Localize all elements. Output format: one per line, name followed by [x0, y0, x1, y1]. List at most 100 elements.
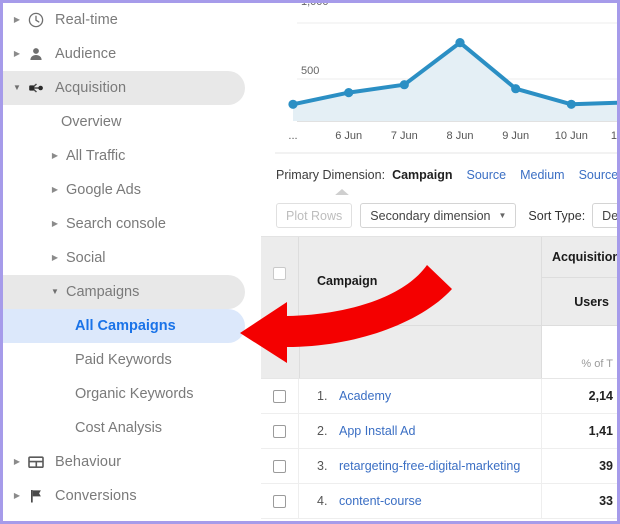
select-all-checkbox[interactable]	[273, 267, 286, 280]
chevron-right-icon[interactable]: ▶	[11, 16, 23, 24]
chevron-right-icon[interactable]: ▶	[11, 50, 23, 58]
row-users-value: 39	[599, 459, 613, 473]
x-tick-label: 9 Jun	[502, 130, 529, 142]
row-campaign-link[interactable]: App Install Ad	[339, 424, 415, 438]
chevron-right-icon[interactable]: ▶	[49, 152, 61, 160]
chart-point[interactable]	[288, 99, 298, 109]
row-check-cell	[261, 414, 299, 448]
secondary-dimension-dropdown[interactable]: Secondary dimension ▼	[360, 203, 517, 228]
chevron-right-icon[interactable]: ▶	[11, 458, 23, 466]
chart-point[interactable]	[455, 38, 465, 48]
layout-icon	[23, 454, 49, 470]
sidebar-item-google-ads[interactable]: ▶ Google Ads	[3, 173, 261, 207]
chart-area-fill	[293, 42, 617, 121]
plot-rows-label: Plot Rows	[286, 208, 343, 223]
summary-users-value: % of T	[581, 358, 613, 370]
table-header-row: Campaign Acquisition Users	[261, 237, 617, 326]
column-group-acquisition-label: Acquisition	[552, 250, 617, 264]
table-row[interactable]: 1. Academy 2,14	[261, 379, 617, 414]
person-icon	[23, 46, 49, 62]
sidebar-item-organic-keywords[interactable]: Organic Keywords	[3, 377, 261, 411]
campaigns-table: Campaign Acquisition Users % of T 1. Aca…	[261, 237, 617, 521]
chevron-right-icon[interactable]: ▶	[49, 254, 61, 262]
y-tick-label-500: 500	[301, 65, 319, 77]
row-campaign-link[interactable]: Academy	[339, 389, 391, 403]
column-header-campaign[interactable]: Campaign	[299, 237, 542, 325]
sidebar-item-label: Cost Analysis	[75, 420, 163, 436]
row-check-cell	[261, 379, 299, 413]
sidebar-item-cost-analysis[interactable]: Cost Analysis	[3, 411, 261, 445]
row-check-cell	[261, 484, 299, 518]
sidebar-item-real-time[interactable]: ▶ Real-time	[3, 3, 261, 37]
row-checkbox[interactable]	[273, 494, 286, 508]
sort-type-label: Sort Type:	[528, 208, 586, 223]
row-checkbox[interactable]	[273, 459, 286, 473]
chevron-right-icon[interactable]: ▶	[11, 492, 23, 500]
sidebar-item-label: Organic Keywords	[75, 386, 194, 402]
row-campaign-link[interactable]: content-course	[339, 494, 422, 508]
table-row[interactable]: 3. retargeting-free-digital-marketing 39	[261, 449, 617, 484]
chart-point[interactable]	[566, 99, 576, 109]
chevron-down-icon[interactable]: ▼	[11, 84, 23, 92]
x-tick-label: 8 Jun	[447, 130, 474, 142]
x-tick-label: 6 Jun	[335, 130, 362, 142]
sidebar-item-paid-keywords[interactable]: Paid Keywords	[3, 343, 261, 377]
chart-point[interactable]	[344, 88, 354, 98]
column-header-users[interactable]: Users	[542, 278, 617, 325]
sidebar-item-label: Social	[66, 250, 106, 266]
chart-point[interactable]	[511, 84, 521, 94]
plot-rows-button[interactable]: Plot Rows	[276, 203, 353, 228]
y-tick-label-1000: 1,000	[301, 3, 329, 8]
primary-dimension-source[interactable]: Source	[467, 168, 507, 182]
row-campaign-link[interactable]: retargeting-free-digital-marketing	[339, 459, 520, 473]
sidebar-item-all-campaigns[interactable]: All Campaigns	[3, 309, 245, 343]
row-rank: 2.	[317, 424, 328, 438]
row-checkbox[interactable]	[273, 389, 286, 403]
row-checkbox[interactable]	[273, 424, 286, 438]
row-campaign-cell: 2. App Install Ad	[299, 414, 542, 448]
chart-svg: 1,000 500 ... 6 Jun 7 Jun 8 Jun 9 Jun 10 Jun 1…	[275, 3, 617, 154]
sidebar-item-label: Conversions	[55, 488, 137, 504]
row-rank: 4.	[317, 494, 328, 508]
primary-dimension-active[interactable]: Campaign	[392, 168, 452, 182]
primary-dimension-medium[interactable]: Medium	[520, 168, 564, 182]
sidebar-item-label: Paid Keywords	[75, 352, 172, 368]
chevron-down-icon[interactable]: ▼	[49, 288, 61, 296]
primary-dimension-label: Primary Dimension:	[276, 168, 386, 182]
row-campaign-cell: 1. Academy	[299, 379, 542, 413]
primary-dimension-source-medium[interactable]: Source/Medium	[579, 168, 617, 182]
sidebar-item-audience[interactable]: ▶ Audience	[3, 37, 261, 71]
sidebar-item-behaviour[interactable]: ▶ Behaviour	[3, 445, 261, 479]
sidebar-item-label: Behaviour	[55, 454, 122, 470]
sidebar-item-social[interactable]: ▶ Social	[3, 241, 261, 275]
sidebar-item-conversions[interactable]: ▶ Conversions	[3, 479, 261, 513]
sidebar-item-acquisition[interactable]: ▼ Acquisition	[3, 71, 245, 105]
x-tick-label: 10 Jun	[555, 130, 588, 142]
sidebar-item-label: Google Ads	[66, 182, 141, 198]
table-row[interactable]: 2. App Install Ad 1,41	[261, 414, 617, 449]
left-sidebar: ▶ Real-time ▶ Audience ▼ Acquisition Ove…	[3, 3, 261, 521]
sidebar-item-all-traffic[interactable]: ▶ All Traffic	[3, 139, 261, 173]
main-content: 1,000 500 ... 6 Jun 7 Jun 8 Jun 9 Jun 10 Jun 1…	[261, 3, 617, 521]
x-tick-label: 7 Jun	[391, 130, 418, 142]
row-users-value: 33	[599, 494, 613, 508]
chart-point[interactable]	[399, 80, 409, 90]
clock-icon	[23, 12, 49, 28]
row-users-value: 2,14	[588, 389, 613, 403]
column-header-users-label: Users	[574, 294, 609, 309]
sidebar-item-label: All Campaigns	[75, 318, 176, 334]
x-axis-labels: ... 6 Jun 7 Jun 8 Jun 9 Jun 10 Jun 11 Jun	[288, 130, 617, 142]
users-line-chart: 1,000 500 ... 6 Jun 7 Jun 8 Jun 9 Jun 10 Jun 1…	[261, 3, 617, 155]
table-row[interactable]: 4. content-course 33	[261, 484, 617, 519]
sort-type-dropdown[interactable]: Default ▼	[592, 203, 617, 228]
chevron-right-icon[interactable]: ▶	[49, 186, 61, 194]
row-check-cell	[261, 449, 299, 483]
chevron-right-icon[interactable]: ▶	[49, 220, 61, 228]
sidebar-item-label: Real-time	[55, 12, 118, 28]
sidebar-item-campaigns[interactable]: ▼ Campaigns	[3, 275, 245, 309]
primary-dimension-bar: Primary Dimension: Campaign Source Mediu…	[261, 155, 617, 195]
sidebar-item-overview[interactable]: Overview	[3, 105, 261, 139]
row-campaign-cell: 4. content-course	[299, 484, 542, 518]
x-tick-label: ...	[288, 130, 297, 142]
sidebar-item-search-console[interactable]: ▶ Search console	[3, 207, 261, 241]
